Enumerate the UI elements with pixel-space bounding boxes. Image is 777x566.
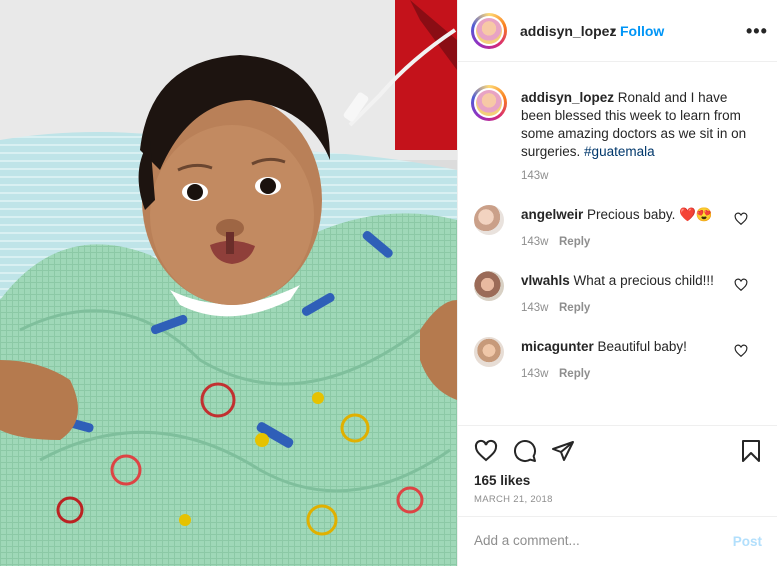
reply-button[interactable]: Reply (559, 368, 590, 380)
comment-body: Beautiful baby! (597, 339, 687, 354)
share-icon[interactable] (551, 439, 575, 463)
post-photo[interactable] (0, 0, 457, 566)
add-comment-bar: Post (458, 516, 777, 566)
comment-timestamp[interactable]: 143w (521, 302, 549, 314)
comment-username[interactable]: vlwahls (521, 273, 570, 288)
comment-timestamp[interactable]: 143w (521, 236, 549, 248)
follow-separator: • (611, 24, 616, 38)
comment-avatar[interactable] (474, 271, 504, 301)
heart-icon[interactable] (734, 278, 748, 292)
comment-avatar[interactable] (474, 205, 504, 235)
post-comment-button[interactable]: Post (733, 534, 762, 549)
comment-text: angelweir Precious baby. ❤️😍 (521, 207, 713, 223)
baby-photo-image (0, 0, 457, 566)
post-panel: addisyn_lopez • Follow ••• addisyn_lopez… (457, 0, 777, 566)
reply-button[interactable]: Reply (559, 236, 590, 248)
more-icon[interactable]: ••• (746, 21, 768, 42)
likes-count[interactable]: 165 likes (474, 473, 530, 488)
caption-timestamp[interactable]: 143w (521, 170, 549, 182)
like-heart-icon[interactable] (474, 439, 498, 463)
comment-avatar[interactable] (474, 337, 504, 367)
author-username[interactable]: addisyn_lopez (520, 23, 616, 39)
post-header: addisyn_lopez • Follow ••• (458, 0, 777, 62)
comment-text: micagunter Beautiful baby! (521, 339, 687, 354)
post-date[interactable]: MARCH 21, 2018 (474, 494, 553, 505)
comment-timestamp[interactable]: 143w (521, 368, 549, 380)
caption-text: addisyn_lopez Ronald and I have been ble… (521, 89, 761, 161)
bookmark-icon[interactable] (739, 439, 763, 463)
comment-icon[interactable] (513, 439, 537, 463)
caption-avatar[interactable] (471, 85, 507, 121)
heart-icon[interactable] (734, 344, 748, 358)
heart-icon[interactable] (734, 212, 748, 226)
comment-body: Precious baby. ❤️😍 (587, 207, 713, 222)
caption-username[interactable]: addisyn_lopez (521, 90, 614, 105)
comment-input[interactable] (474, 533, 704, 548)
follow-button[interactable]: Follow (620, 23, 664, 39)
reply-button[interactable]: Reply (559, 302, 590, 314)
comment-body: What a precious child!!! (573, 273, 714, 288)
comment-username[interactable]: micagunter (521, 339, 594, 354)
comment-text: vlwahls What a precious child!!! (521, 273, 714, 288)
author-avatar[interactable] (471, 13, 507, 49)
caption-hashtag[interactable]: #guatemala (584, 144, 655, 159)
post-actions: 165 likes MARCH 21, 2018 (458, 425, 777, 515)
comment-username[interactable]: angelweir (521, 207, 583, 222)
